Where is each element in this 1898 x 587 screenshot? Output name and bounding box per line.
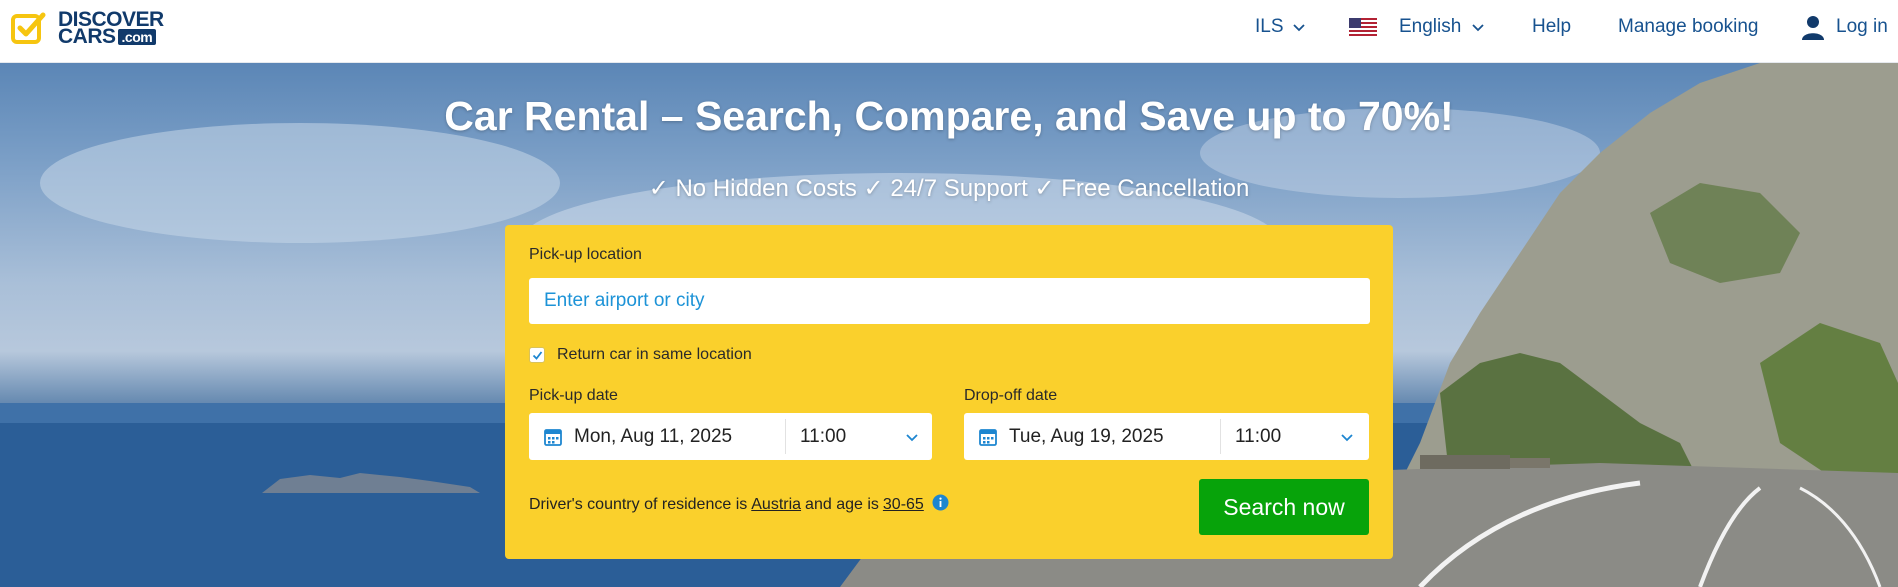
dropoff-date-value: Tue, Aug 19, 2025 bbox=[1009, 425, 1164, 447]
residence-prefix: Driver's country of residence is bbox=[529, 496, 748, 513]
return-same-location-checkbox[interactable]: Return car in same location bbox=[529, 346, 752, 364]
logo-check-icon bbox=[11, 12, 46, 44]
pickup-date-field[interactable]: Mon, Aug 11, 2025 11:00 bbox=[529, 413, 932, 460]
search-card: Pick-up location Return car in same loca… bbox=[505, 225, 1393, 559]
field-divider bbox=[1220, 419, 1221, 454]
manage-booking-link[interactable]: Manage booking bbox=[1618, 16, 1759, 38]
chevron-down-icon[interactable] bbox=[905, 430, 919, 444]
hero-title: Car Rental – Search, Compare, and Save u… bbox=[444, 93, 1454, 139]
dropoff-date-field[interactable]: Tue, Aug 19, 2025 11:00 bbox=[964, 413, 1369, 460]
checkbox-box[interactable] bbox=[529, 347, 545, 363]
residence-country-link[interactable]: Austria bbox=[751, 496, 801, 514]
logo-line2: CARS bbox=[58, 25, 116, 48]
age-prefix: and age is bbox=[805, 496, 879, 513]
discovercars-logo[interactable]: DISCOVER CARS .com bbox=[10, 9, 164, 47]
pickup-date-value: Mon, Aug 11, 2025 bbox=[574, 425, 733, 447]
chevron-down-icon[interactable] bbox=[1340, 430, 1354, 444]
top-header: DISCOVER CARS .com ILS English Help Mana… bbox=[0, 0, 1898, 63]
checkmark-icon bbox=[532, 350, 542, 360]
driver-residence-line: Driver's country of residence is Austria… bbox=[529, 494, 949, 514]
hero-subtitle: ✓ No Hidden Costs ✓ 24/7 Support ✓ Free … bbox=[648, 175, 1250, 202]
logo-wordmark: DISCOVER CARS .com bbox=[58, 9, 164, 48]
chevron-down-icon bbox=[1292, 24, 1305, 32]
help-link[interactable]: Help bbox=[1532, 16, 1571, 38]
pickup-time-value[interactable]: 11:00 bbox=[800, 426, 846, 448]
us-flag-icon bbox=[1349, 18, 1377, 36]
calendar-icon bbox=[544, 428, 562, 446]
pickup-date-label: Pick-up date bbox=[529, 387, 618, 404]
logo-suffix: .com bbox=[117, 28, 157, 45]
currency-label: ILS bbox=[1255, 16, 1284, 37]
hero-section: Car Rental – Search, Compare, and Save u… bbox=[0, 63, 1898, 587]
pickup-location-input[interactable] bbox=[529, 278, 1370, 324]
search-now-button[interactable]: Search now bbox=[1199, 479, 1369, 535]
dropoff-time-value[interactable]: 11:00 bbox=[1235, 426, 1281, 448]
user-icon bbox=[1802, 16, 1824, 40]
language-selector[interactable]: English bbox=[1349, 16, 1485, 38]
return-same-location-label: Return car in same location bbox=[557, 346, 752, 363]
dropoff-date-label: Drop-off date bbox=[964, 387, 1058, 404]
login-link[interactable]: Log in bbox=[1800, 16, 1888, 40]
calendar-icon bbox=[979, 428, 997, 446]
age-range-link[interactable]: 30-65 bbox=[883, 496, 924, 514]
info-icon[interactable] bbox=[932, 494, 949, 511]
chevron-down-icon bbox=[1472, 24, 1484, 32]
pickup-location-label: Pick-up location bbox=[529, 246, 642, 263]
field-divider bbox=[785, 419, 786, 454]
language-label: English bbox=[1399, 16, 1462, 37]
currency-selector[interactable]: ILS bbox=[1255, 16, 1306, 38]
login-label: Log in bbox=[1836, 16, 1888, 37]
